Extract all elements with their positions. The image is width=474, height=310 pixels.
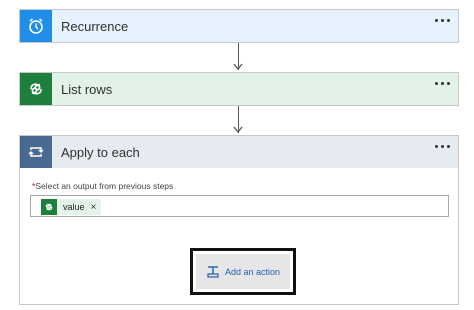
- loop-icon: [20, 136, 52, 168]
- alarm-clock-icon: [20, 10, 52, 42]
- list-rows-title: List rows: [61, 81, 113, 97]
- list-rows-header[interactable]: List rows: [20, 73, 458, 105]
- down-arrow-icon: [233, 63, 243, 71]
- remove-token-icon[interactable]: ×: [91, 202, 97, 213]
- dataverse-icon: [20, 73, 52, 105]
- value-token[interactable]: value ×: [41, 199, 102, 215]
- add-action-icon: [207, 265, 219, 278]
- recurrence-title: Recurrence: [61, 18, 129, 34]
- select-output-label-text: Select an output from previous steps: [35, 181, 174, 191]
- add-action-button[interactable]: Add an action: [196, 254, 290, 289]
- apply-to-each-header[interactable]: Apply to each: [20, 136, 458, 168]
- recurrence-more-options-icon[interactable]: [435, 19, 450, 22]
- add-action-highlight-frame: Add an action: [190, 248, 296, 295]
- select-output-label: *Select an output from previous steps: [32, 181, 173, 191]
- dataverse-icon: [41, 199, 57, 215]
- value-token-label: value: [63, 202, 85, 212]
- recurrence-card[interactable]: Recurrence: [19, 9, 459, 43]
- recurrence-header[interactable]: Recurrence: [20, 10, 458, 42]
- add-action-label: Add an action: [224, 266, 281, 277]
- apply-to-each-more-options-icon[interactable]: [435, 145, 450, 148]
- list-rows-card[interactable]: List rows: [19, 72, 459, 106]
- down-arrow-icon: [233, 126, 243, 134]
- list-rows-more-options-icon[interactable]: [435, 82, 450, 85]
- select-output-input[interactable]: value ×: [30, 195, 449, 217]
- apply-to-each-title: Apply to each: [61, 144, 140, 160]
